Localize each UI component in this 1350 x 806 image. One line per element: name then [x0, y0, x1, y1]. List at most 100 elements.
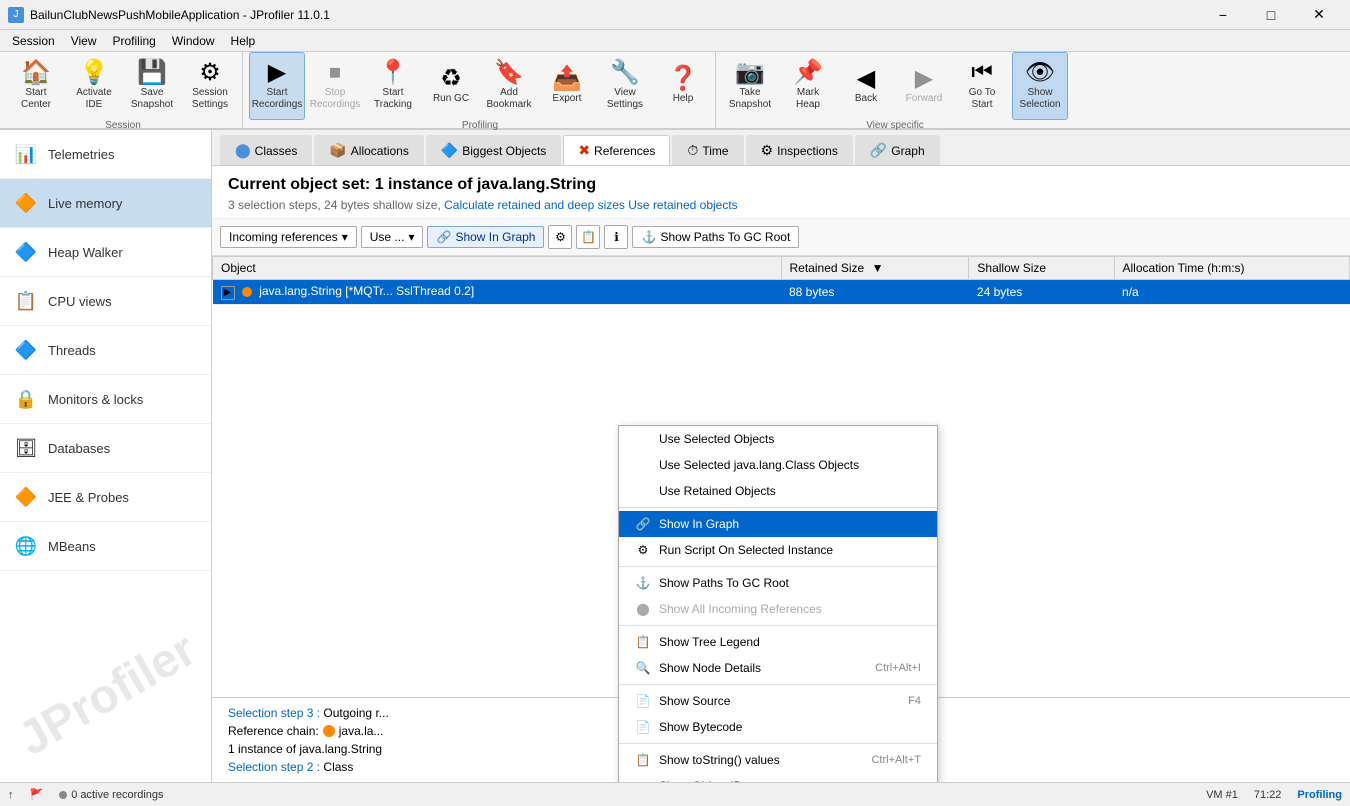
classes-tab-icon: ⬤	[235, 142, 251, 159]
start-center-icon: 🏠	[21, 61, 51, 85]
start-tracking-button[interactable]: 📍 Start Tracking	[365, 52, 421, 120]
object-value: java.lang.String [*MQTr... SslThread 0.2…	[259, 284, 474, 298]
show-in-graph-label: Show In Graph	[455, 230, 535, 244]
menu-profiling[interactable]: Profiling	[105, 30, 164, 52]
ctx-use-selected-objects[interactable]: Use Selected Objects	[619, 426, 937, 452]
ctx-use-retained-objects[interactable]: Use Retained Objects	[619, 478, 937, 504]
ctx-run-script[interactable]: ⚙ Run Script On Selected Instance	[619, 537, 937, 563]
ctx-run-script-label: Run Script On Selected Instance	[659, 543, 833, 557]
tab-classes[interactable]: ⬤ Classes	[220, 135, 312, 165]
row-expand-button[interactable]: ▶	[221, 286, 235, 300]
stop-recordings-button[interactable]: ⏹ Stop Recordings	[307, 52, 363, 120]
show-in-graph-button[interactable]: 🔗 Show In Graph	[427, 226, 544, 248]
take-snapshot-button[interactable]: 📷 Take Snapshot	[722, 52, 778, 120]
shallow-size-column-header[interactable]: Shallow Size	[969, 257, 1114, 280]
current-object-label: Current object set:	[228, 176, 370, 193]
ctx-incoming-label: Show All Incoming References	[659, 602, 822, 616]
selection-step-2-link[interactable]: Selection step 2 :	[228, 760, 323, 774]
export-button[interactable]: 📤 Export	[539, 52, 595, 120]
forward-button[interactable]: ▶ Forward	[896, 52, 952, 120]
ctx-show-tostring[interactable]: 📋 Show toString() values Ctrl+Alt+T	[619, 747, 937, 773]
sidebar-item-live-memory[interactable]: 🔶 Live memory	[0, 179, 211, 228]
tab-graph[interactable]: 🔗 Graph	[855, 135, 940, 165]
tab-references[interactable]: ✖ References	[563, 135, 670, 165]
object-column-header[interactable]: Object	[213, 257, 782, 280]
heap-walker-label: Heap Walker	[48, 245, 123, 260]
dropdown-label: Incoming references	[229, 230, 338, 244]
view-toolbar: Incoming references ▾ Use ... ▾ 🔗 Show I…	[212, 219, 1350, 256]
ctx-node-details-label: Show Node Details	[659, 661, 761, 675]
ctx-show-paths-gc[interactable]: ⚓ Show Paths To GC Root	[619, 570, 937, 596]
status-up-arrow[interactable]: ↑	[8, 789, 14, 801]
ctx-node-details-icon: 🔍	[635, 660, 651, 676]
tab-inspections[interactable]: ⚙ Inspections	[746, 135, 853, 165]
activate-ide-button[interactable]: 💡 Activate IDE	[66, 52, 122, 120]
sidebar-item-jee-probes[interactable]: 🔶 JEE & Probes	[0, 473, 211, 522]
incoming-references-dropdown[interactable]: Incoming references ▾	[220, 226, 357, 248]
show-paths-gc-button[interactable]: ⚓ Show Paths To GC Root	[632, 226, 799, 248]
retained-size-column-header[interactable]: Retained Size ▼	[781, 257, 969, 280]
sidebar-item-threads[interactable]: 🔷 Threads	[0, 326, 211, 375]
selection-step-3-link[interactable]: Selection step 3 :	[228, 706, 323, 720]
status-flag[interactable]: 🚩	[30, 788, 44, 801]
ctx-show-in-graph[interactable]: 🔗 Show In Graph	[619, 511, 937, 537]
add-bookmark-button[interactable]: 🔖 Add Bookmark	[481, 52, 537, 120]
minimize-button[interactable]: −	[1200, 0, 1246, 30]
calculate-retained-link[interactable]: Calculate retained and deep sizes	[444, 198, 625, 212]
start-center-label: Start Center	[21, 87, 51, 111]
ctx-show-source[interactable]: 📄 Show Source F4	[619, 688, 937, 714]
allocation-time-column-header[interactable]: Allocation Time (h:m:s)	[1114, 257, 1349, 280]
sidebar-item-telemetries[interactable]: 📊 Telemetries	[0, 130, 211, 179]
ref-chain-dot-icon	[323, 725, 335, 737]
table-row[interactable]: ▶ java.lang.String [*MQTr... SslThread 0…	[213, 280, 1350, 305]
settings-icon-button[interactable]: ⚙	[548, 225, 572, 249]
add-bookmark-icon: 🔖	[494, 61, 524, 85]
ctx-show-object-ids[interactable]: ✔ Show Object IDs	[619, 773, 937, 782]
heap-walker-icon: 🔷	[12, 238, 40, 266]
view-settings-toolbar-button[interactable]: 🔧 View Settings	[597, 52, 653, 120]
mbeans-icon: 🌐	[12, 532, 40, 560]
title-bar: J BailunClubNewsPushMobileApplication - …	[0, 0, 1350, 30]
use-button[interactable]: Use ... ▾	[361, 226, 424, 248]
use-button-arrow-icon: ▾	[408, 230, 414, 244]
sidebar-item-monitors-locks[interactable]: 🔒 Monitors & locks	[0, 375, 211, 424]
run-gc-button[interactable]: ♻ Run GC	[423, 52, 479, 120]
session-time: 71:22	[1254, 789, 1282, 801]
back-button[interactable]: ◀ Back	[838, 52, 894, 120]
start-recordings-button[interactable]: ▶ Start Recordings	[249, 52, 305, 120]
start-center-button[interactable]: 🏠 Start Center	[8, 52, 64, 120]
menu-window[interactable]: Window	[164, 30, 223, 52]
copy-icon-button[interactable]: 📋	[576, 225, 600, 249]
ctx-paths-gc-label: Show Paths To GC Root	[659, 576, 789, 590]
ctx-bytecode-icon: 📄	[635, 719, 651, 735]
ctx-use-selected-class-objects[interactable]: Use Selected java.lang.Class Objects	[619, 452, 937, 478]
menu-view[interactable]: View	[63, 30, 105, 52]
sidebar-item-cpu-views[interactable]: 📋 CPU views	[0, 277, 211, 326]
tab-biggest-objects[interactable]: 🔷 Biggest Objects	[426, 135, 561, 165]
ctx-use-retained-label: Use Retained Objects	[659, 484, 776, 498]
ctx-show-node-details[interactable]: 🔍 Show Node Details Ctrl+Alt+I	[619, 655, 937, 681]
menu-session[interactable]: Session	[4, 30, 63, 52]
ctx-show-tree-legend1[interactable]: 📋 Show Tree Legend	[619, 629, 937, 655]
maximize-button[interactable]: □	[1248, 0, 1294, 30]
ctx-tree-legend1-label: Show Tree Legend	[659, 635, 760, 649]
info-icon-button[interactable]: ℹ	[604, 225, 628, 249]
tab-allocations[interactable]: 📦 Allocations	[314, 135, 423, 165]
use-retained-link[interactable]: Use retained objects	[628, 198, 737, 212]
close-button[interactable]: ✕	[1296, 0, 1342, 30]
sidebar-item-databases[interactable]: 🗄 Databases	[0, 424, 211, 473]
show-selection-button[interactable]: 👁 Show Selection	[1012, 52, 1068, 120]
save-snapshot-button[interactable]: 💾 Save Snapshot	[124, 52, 180, 120]
back-icon: ◀	[857, 67, 875, 91]
menu-help[interactable]: Help	[223, 30, 264, 52]
ctx-show-bytecode[interactable]: 📄 Show Bytecode	[619, 714, 937, 740]
go-to-start-button[interactable]: ⏮ Go To Start	[954, 52, 1010, 120]
tab-time[interactable]: ⏱ Time	[672, 135, 743, 165]
sidebar-item-mbeans[interactable]: 🌐 MBeans	[0, 522, 211, 571]
save-snapshot-icon: 💾	[137, 61, 167, 85]
sidebar-item-heap-walker[interactable]: 🔷 Heap Walker	[0, 228, 211, 277]
mark-heap-button[interactable]: 📌 Mark Heap	[780, 52, 836, 120]
session-settings-button[interactable]: ⚙ Session Settings	[182, 52, 238, 120]
help-button[interactable]: ❓ Help	[655, 52, 711, 120]
ctx-use-class-icon	[635, 457, 651, 473]
